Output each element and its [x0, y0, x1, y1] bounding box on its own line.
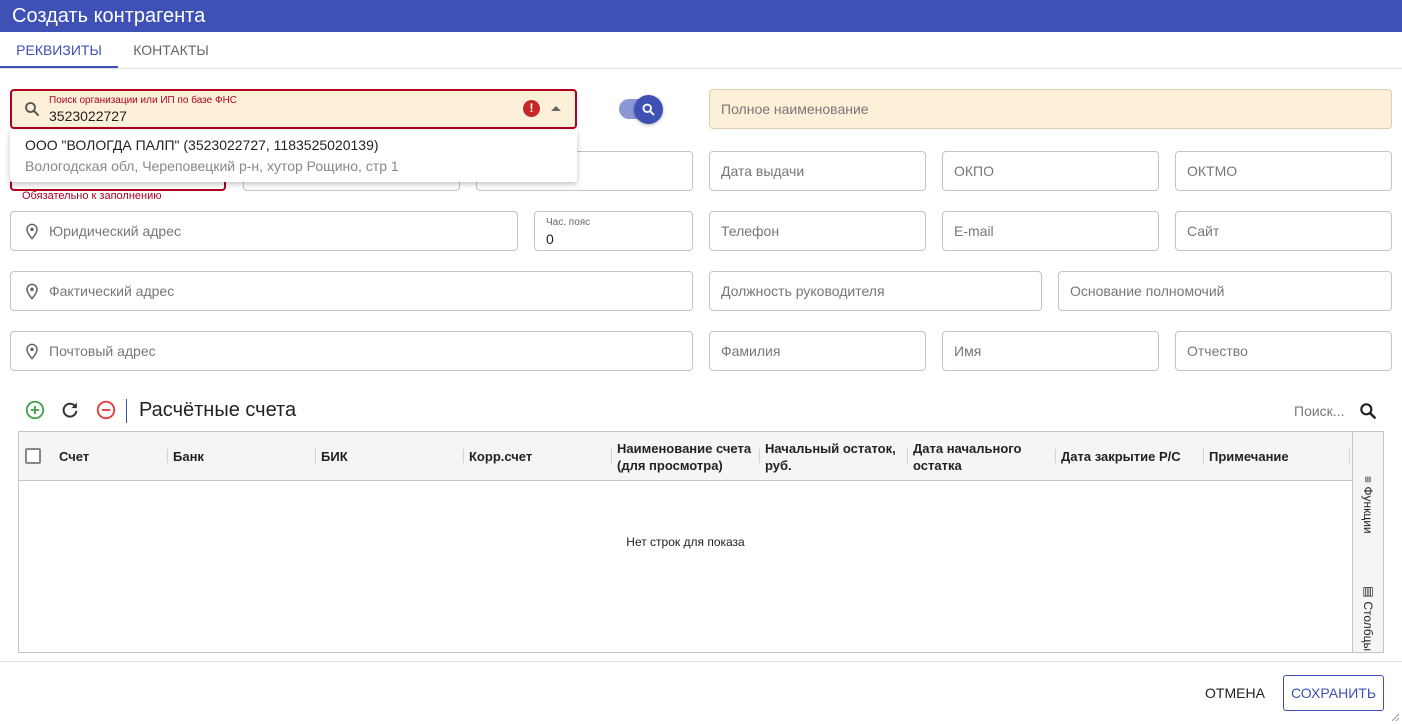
actual-address-field[interactable]: Фактический адрес — [10, 271, 693, 311]
oktmo-field[interactable]: ОКТМО — [1175, 151, 1392, 191]
column-header[interactable]: БИК — [321, 432, 461, 481]
refresh-icon[interactable] — [59, 399, 81, 421]
footer-divider — [0, 661, 1402, 662]
toolbar-divider — [126, 399, 127, 423]
phone-field[interactable]: Телефон — [709, 211, 926, 251]
email-field[interactable]: E-mail — [942, 211, 1159, 251]
location-pin-icon — [26, 343, 38, 360]
search-icon — [25, 102, 39, 116]
dropdown-caret-icon[interactable] — [551, 106, 561, 111]
required-message: Обязательно к заполнению — [22, 190, 162, 202]
first-name-field[interactable]: Имя — [942, 331, 1159, 371]
manager-position-field[interactable]: Должность руководителя — [709, 271, 1042, 311]
column-header[interactable]: Начальный остаток, руб. — [765, 432, 905, 481]
timezone-field[interactable]: Час. пояс 0 — [534, 211, 693, 251]
column-header[interactable]: Счет — [59, 432, 159, 481]
columns-tab[interactable]: ▥ Столбцы — [1361, 584, 1375, 651]
accounts-search-input[interactable]: Поиск... — [1294, 403, 1344, 419]
last-name-field[interactable]: Фамилия — [709, 331, 926, 371]
column-header[interactable]: Дата начального остатка — [913, 432, 1053, 481]
authority-basis-field[interactable]: Основание полномочий — [1058, 271, 1392, 311]
full-name-field[interactable]: Полное наименование — [709, 89, 1392, 129]
okpo-field[interactable]: ОКПО — [942, 151, 1159, 191]
remove-circle-icon[interactable] — [95, 399, 117, 421]
column-header[interactable]: Дата закрытие Р/С — [1061, 432, 1201, 481]
accounts-grid: Счет Банк БИК Корр.счет Наименование сче… — [18, 431, 1384, 653]
functions-tab[interactable]: ≡ Функции — [1361, 476, 1375, 534]
select-all-checkbox[interactable] — [25, 448, 41, 464]
tab-bar: РЕКВИЗИТЫ КОНТАКТЫ — [0, 32, 1402, 69]
columns-icon: ▥ — [1361, 584, 1375, 602]
location-pin-icon — [26, 223, 38, 240]
tab-contacts[interactable]: КОНТАКТЫ — [118, 32, 224, 68]
error-icon: ! — [523, 100, 540, 117]
location-pin-icon — [26, 283, 38, 300]
grid-side-panel: ≡ Функции ▥ Столбцы — [1352, 432, 1383, 652]
fns-search-result[interactable]: ООО "ВОЛОГДА ПАЛП" (3523022727, 11835250… — [10, 130, 577, 182]
column-header[interactable]: Примечание — [1209, 432, 1349, 481]
empty-message: Нет строк для показа — [626, 535, 745, 549]
add-circle-icon[interactable] — [24, 399, 46, 421]
column-header[interactable]: Корр.счет — [469, 432, 609, 481]
cancel-button[interactable]: ОТМЕНА — [1196, 676, 1274, 710]
functions-icon: ≡ — [1361, 476, 1375, 487]
tab-requisites[interactable]: РЕКВИЗИТЫ — [0, 32, 118, 68]
dialog-title: Создать контрагента — [0, 0, 1402, 32]
resize-grip-icon[interactable] — [1390, 712, 1400, 722]
issue-date-field[interactable]: Дата выдачи — [709, 151, 926, 191]
fns-toggle-search-icon[interactable] — [634, 95, 663, 124]
result-title: ООО "ВОЛОГДА ПАЛП" (3523022727, 11835250… — [25, 137, 379, 153]
accounts-title: Расчётные счета — [139, 399, 297, 421]
fns-search-input[interactable]: Поиск организации или ИП по базе ФНС 352… — [10, 89, 577, 129]
legal-address-field[interactable]: Юридический адрес — [10, 211, 518, 251]
column-header[interactable]: Банк — [173, 432, 313, 481]
accounts-toolbar: Расчётные счета Поиск... — [18, 395, 1384, 427]
fns-search-label: Поиск организации или ИП по базе ФНС — [49, 95, 238, 106]
postal-address-field[interactable]: Почтовый адрес — [10, 331, 693, 371]
result-address: Вологодская обл, Череповецкий р-н, хутор… — [25, 158, 399, 174]
save-button[interactable]: СОХРАНИТЬ — [1283, 675, 1384, 711]
fns-search-value: 3523022727 — [49, 108, 127, 124]
patronymic-field[interactable]: Отчество — [1175, 331, 1392, 371]
column-header[interactable]: Наименование счета (для просмотра) — [617, 432, 757, 481]
search-icon[interactable] — [1358, 401, 1378, 421]
grid-header: Счет Банк БИК Корр.счет Наименование сче… — [19, 432, 1352, 481]
site-field[interactable]: Сайт — [1175, 211, 1392, 251]
